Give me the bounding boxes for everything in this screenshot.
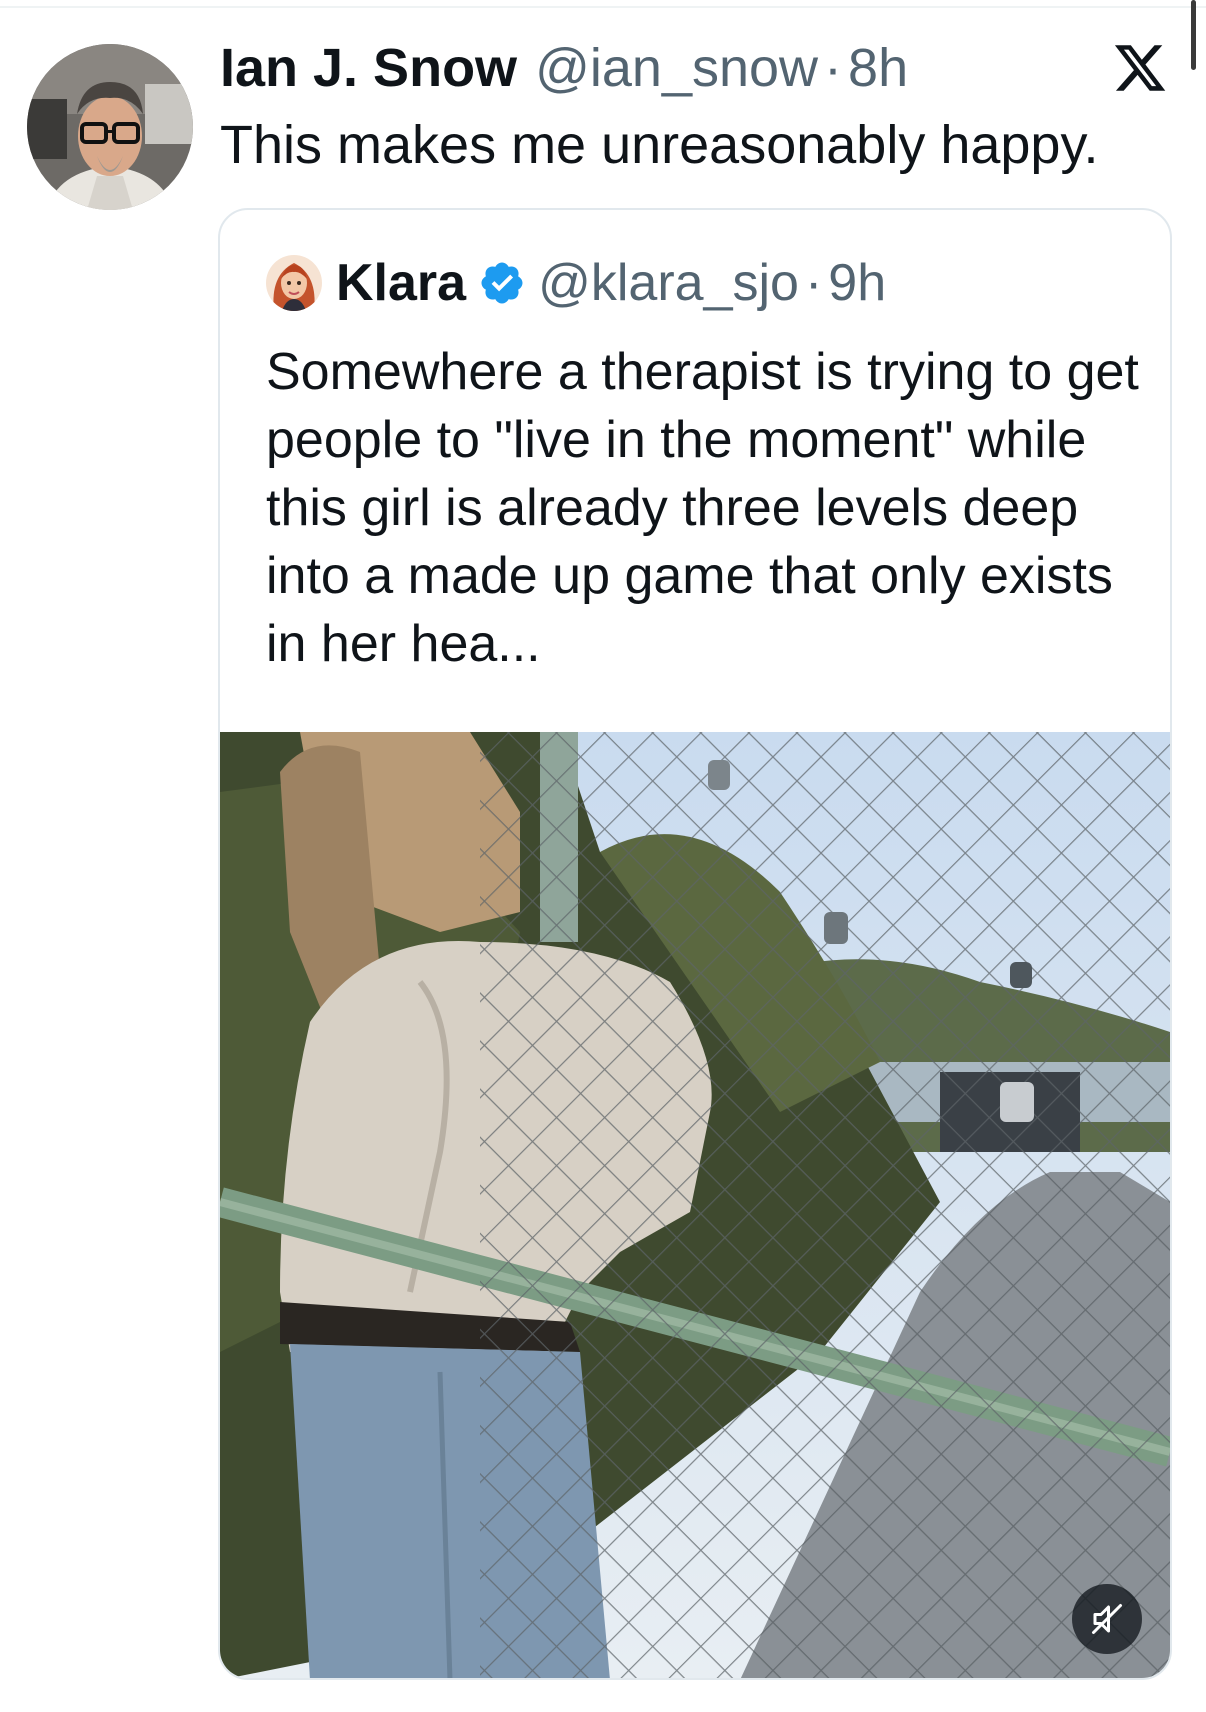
mute-toggle-button[interactable]	[1072, 1584, 1142, 1654]
quoted-author-name[interactable]: Klara	[336, 253, 466, 313]
x-logo-icon[interactable]	[1112, 40, 1168, 96]
tweet-header: Ian J. Snow @ian_snow · 8h	[220, 38, 908, 98]
tweet-text: This makes me unreasonably happy.	[220, 115, 1099, 175]
video-player[interactable]	[220, 732, 1170, 1678]
top-divider	[0, 6, 1206, 8]
author-name[interactable]: Ian J. Snow	[220, 38, 517, 98]
verified-badge-icon	[478, 259, 526, 307]
author-handle[interactable]: @ian_snow	[535, 38, 818, 98]
separator-dot: ·	[804, 254, 823, 312]
quoted-tweet-header: Klara @klara_sjo · 9h	[266, 252, 886, 314]
separator-dot: ·	[824, 38, 843, 98]
quoted-author-handle[interactable]: @klara_sjo	[538, 253, 799, 313]
author-avatar[interactable]	[27, 44, 193, 210]
scroll-indicator[interactable]	[1191, 0, 1196, 70]
quoted-tweet-timestamp[interactable]: 9h	[828, 253, 886, 313]
quoted-tweet-card[interactable]: Klara @klara_sjo · 9h Somewhere a therap…	[218, 208, 1172, 1680]
quoted-tweet-text: Somewhere a therapist is trying to get p…	[266, 343, 1139, 673]
tweet-timestamp[interactable]: 8h	[848, 38, 908, 98]
quoted-author-avatar[interactable]	[266, 255, 322, 311]
speaker-muted-icon	[1092, 1604, 1122, 1634]
